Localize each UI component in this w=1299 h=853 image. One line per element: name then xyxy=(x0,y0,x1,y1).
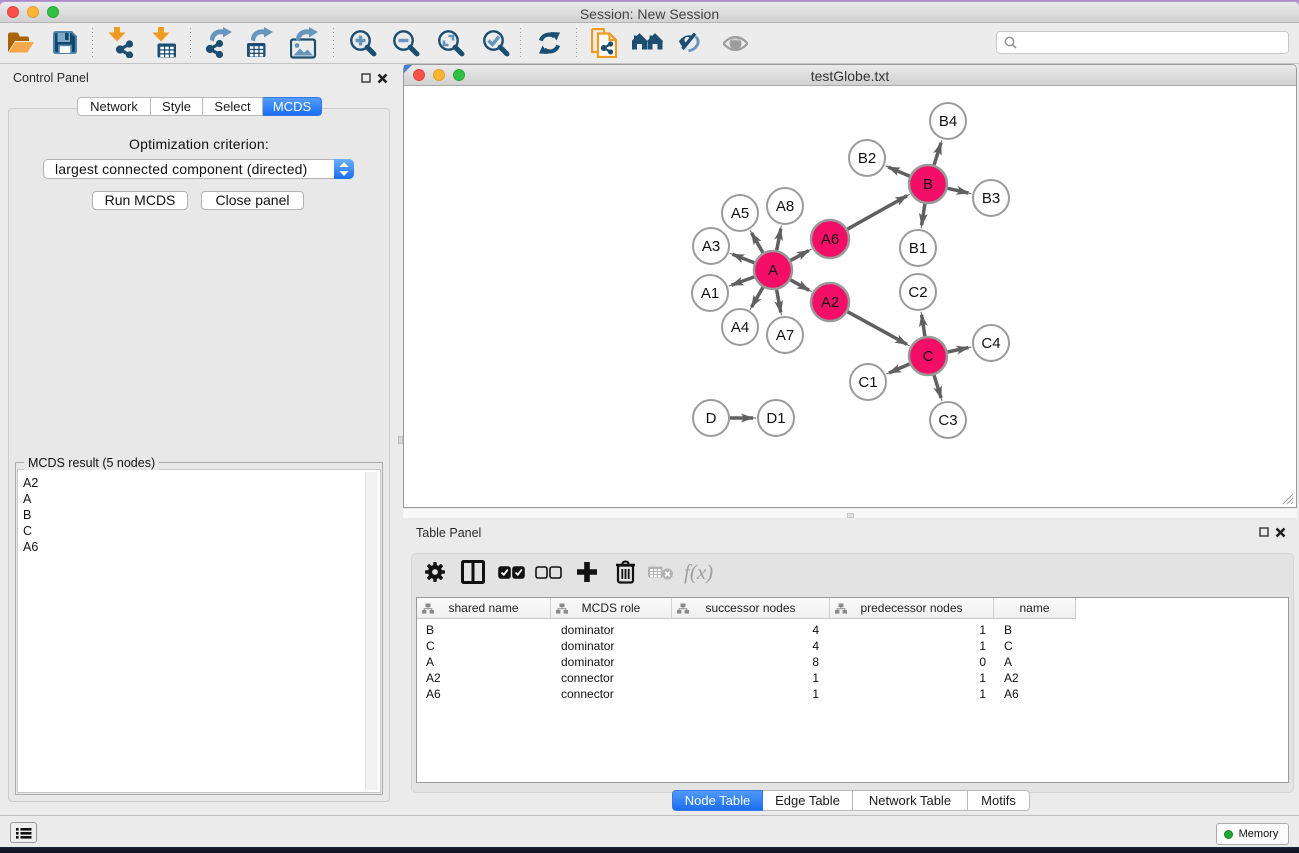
svg-text:C4: C4 xyxy=(981,335,1000,352)
svg-text:A7: A7 xyxy=(776,327,794,344)
svg-text:D1: D1 xyxy=(766,410,785,427)
svg-text:A8: A8 xyxy=(776,198,794,215)
svg-text:B: B xyxy=(923,176,933,193)
svg-text:B3: B3 xyxy=(982,190,1000,207)
svg-text:A1: A1 xyxy=(701,285,719,302)
svg-text:B2: B2 xyxy=(858,150,876,167)
svg-text:A6: A6 xyxy=(821,231,839,248)
svg-text:A4: A4 xyxy=(731,319,749,336)
svg-text:B1: B1 xyxy=(909,240,927,257)
svg-text:D: D xyxy=(706,410,717,427)
svg-text:A2: A2 xyxy=(821,294,839,311)
svg-text:A3: A3 xyxy=(702,238,720,255)
svg-text:A: A xyxy=(768,262,778,279)
svg-text:C3: C3 xyxy=(938,412,957,429)
svg-text:B4: B4 xyxy=(939,113,957,130)
svg-text:A5: A5 xyxy=(731,205,749,222)
svg-text:C: C xyxy=(923,348,934,365)
svg-text:C2: C2 xyxy=(908,284,927,301)
svg-text:C1: C1 xyxy=(858,374,877,391)
